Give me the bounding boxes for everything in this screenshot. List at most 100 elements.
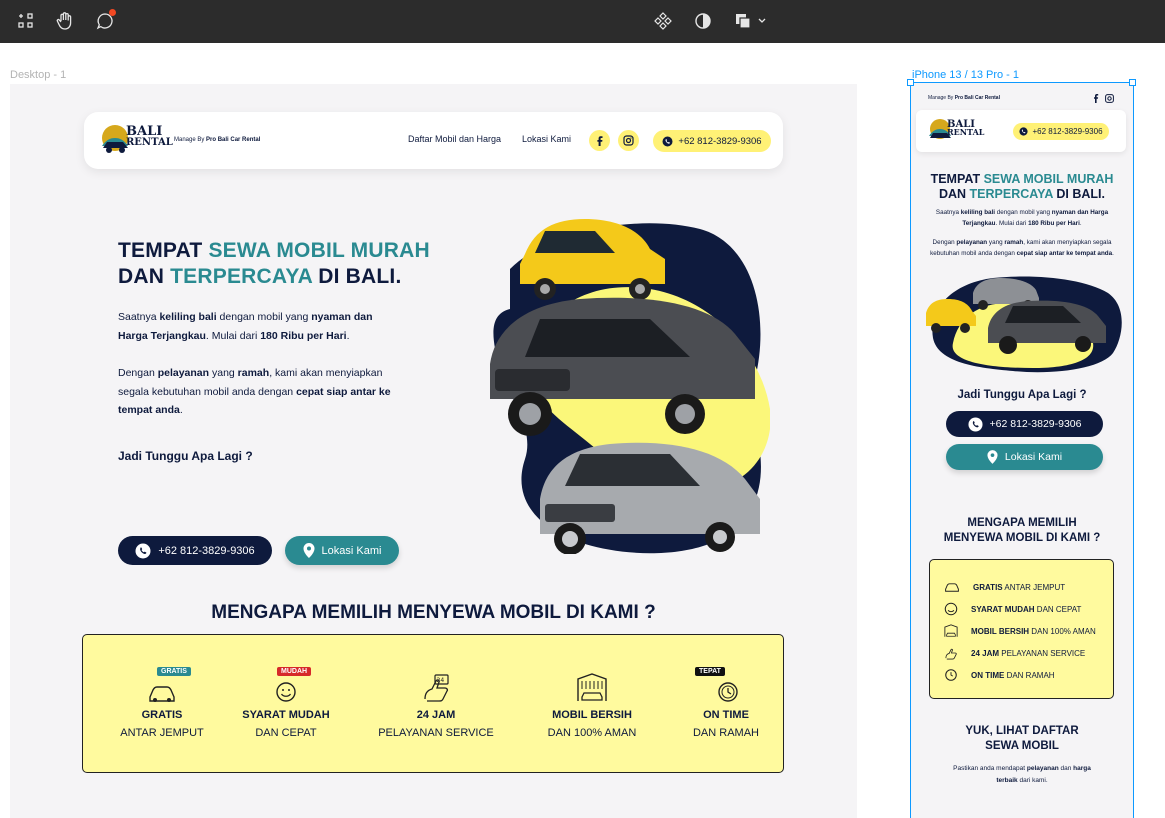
text-bold: 180 Ribu per Hari [260, 329, 347, 342]
24h-service-icon: 24 [371, 669, 501, 703]
nav-link-car-list[interactable]: Daftar Mobil dan Harga [408, 134, 501, 144]
map-pin-icon [987, 450, 998, 464]
text-bold: 24 JAM [971, 648, 1000, 658]
text-run: Dengan [932, 239, 957, 246]
mobile-frame-label[interactable]: iPhone 13 / 13 Pro - 1 [912, 69, 1019, 81]
feature-title: 24 JAM [416, 709, 456, 721]
nav-phone-label: +62 812-3829-9306 [678, 135, 762, 147]
hero-location-button[interactable]: Lokasi Kami [285, 536, 399, 565]
facebook-icon[interactable] [589, 130, 610, 151]
feature-easy-requirements: MUDAH SYARAT MUDAH DAN CEPAT [221, 667, 351, 739]
frame-tool-icon[interactable] [13, 8, 39, 34]
mobile-navbar: BALI RENTAL +62 812-3829-9306 [916, 110, 1126, 152]
car-wash-icon [527, 669, 657, 703]
feature-24h-service: 24 24 JAM PELAYANAN SERVICE [371, 669, 501, 739]
resize-handle-top-left[interactable] [907, 79, 914, 86]
resize-handle-top-right[interactable] [1129, 79, 1136, 86]
manage-name: Pro Bali Car Rental [206, 137, 261, 143]
mobile-whatsapp-button[interactable]: +62 812-3829-9306 [946, 411, 1103, 437]
mobile-feature-on-time: ON TIME DAN RAMAH [944, 668, 1055, 682]
why-section-title: MENGAPA MEMILIH MENYEWA MOBIL DI KAMI ? [211, 602, 656, 623]
text-bold: pelayanan [1026, 765, 1059, 772]
text-bold: nyaman dan [311, 311, 373, 323]
feature-subtitle: DAN RAMAH [692, 727, 759, 739]
text-bold: MOBIL BERSIH [971, 626, 1030, 636]
text-run: . [179, 404, 183, 416]
hero-whatsapp-button[interactable]: +62 812-3829-9306 [118, 536, 272, 565]
clock-icon: TEPAT [661, 667, 791, 703]
text-run: DAN RAMAH [1004, 670, 1055, 680]
hand-tool-icon[interactable] [52, 8, 78, 34]
map-pin-icon [303, 543, 315, 558]
feature-on-time: TEPAT ON TIME DAN RAMAH [661, 667, 791, 739]
text-bold: cepat siap antar ke tempat anda [1016, 250, 1113, 257]
text-bold: SYARAT MUDAH [971, 604, 1035, 614]
mobile-nav-whatsapp-button[interactable]: +62 812-3829-9306 [1013, 123, 1109, 140]
nav-link-location[interactable]: Lokasi Kami [522, 134, 571, 144]
svg-text:24: 24 [437, 677, 445, 684]
mobile-hero-paragraph-1: Saatnya keliling bali dengan mobil yang … [911, 207, 1133, 229]
text-run: . [1112, 250, 1114, 257]
text-run: . Mulai dari [995, 220, 1029, 227]
text-bold: Terjangkau [962, 220, 996, 227]
hero-question: Jadi Tunggu Apa Lagi ? [118, 449, 253, 463]
hero-title-highlight: TERPERCAYA [969, 187, 1053, 201]
mobile-hero-paragraph-2: Dengan pelayanan yang ramah, kami akan m… [911, 237, 1133, 259]
feature-title: GRATIS [141, 709, 183, 721]
mobile-instagram-icon[interactable] [1105, 94, 1114, 103]
feature-clean-car: MOBIL BERSIH DAN 100% AMAN [527, 669, 657, 739]
text-bold: terbaik [996, 777, 1018, 784]
text-run: Saatnya [118, 311, 160, 323]
text-bold: ramah [1004, 239, 1024, 246]
text-run: . [1079, 220, 1082, 227]
components-icon[interactable] [650, 8, 676, 34]
mobile-car-list-paragraph: Pastikan anda mendapat pelayanan dan har… [911, 763, 1133, 787]
mobile-phone-label: +62 812-3829-9306 [989, 418, 1082, 430]
hero-paragraph-2: Dengan pelayanan yang ramah, kami akan m… [118, 364, 391, 420]
logo-line-2: RENTAL [947, 127, 985, 137]
hero-title-part: TEMPAT [930, 172, 984, 186]
clock-icon [945, 669, 957, 681]
text-run: . Mulai dari [205, 329, 261, 342]
text-bold: GRATIS [973, 582, 1003, 592]
text-run: dari kami. [1017, 777, 1048, 784]
hero-phone-label: +62 812-3829-9306 [158, 544, 255, 557]
mobile-hero-question: Jadi Tunggu Apa Lagi ? [957, 389, 1087, 401]
text-run: DAN CEPAT [1034, 604, 1082, 614]
mobile-frame[interactable]: Manage By Pro Bali Car Rental BALI RENTA… [911, 83, 1133, 818]
layers-dropdown-icon[interactable] [732, 8, 768, 34]
hero-title-highlight: SEWA MOBIL MURAH [983, 172, 1114, 186]
logo-wordmark: BALI RENTAL [126, 125, 173, 147]
why-features-box: GRATIS GRATIS ANTAR JEMPUT MUDAH SYARAT … [82, 634, 784, 773]
comment-icon[interactable] [92, 8, 118, 34]
feature-tag: MUDAH [277, 667, 312, 676]
text-bold: pelayanan [956, 239, 988, 246]
hero-title-highlight: SEWA MOBIL MURAH [208, 239, 430, 262]
mobile-hero-cars-illustration [926, 276, 1122, 373]
text-run: yang [209, 367, 238, 379]
desktop-frame-label[interactable]: Desktop - 1 [10, 69, 66, 81]
mobile-why-title-line-1: MENGAPA MEMILIH [967, 517, 1077, 529]
text-run: Dengan [118, 367, 158, 379]
text-bold: harga [1073, 765, 1091, 772]
text-run: PELAYANAN SERVICE [999, 648, 1086, 658]
contrast-icon[interactable] [690, 8, 716, 34]
hero-title-part: TEMPAT [118, 239, 209, 262]
mobile-feature-24h: 24 JAM PELAYANAN SERVICE [944, 646, 1085, 660]
hero-location-label: Lokasi Kami [321, 544, 382, 557]
mobile-facebook-icon[interactable] [1092, 94, 1100, 103]
nav-whatsapp-button[interactable]: +62 812-3829-9306 [653, 130, 771, 152]
figma-toolbar [0, 0, 1165, 43]
feature-subtitle: DAN CEPAT [255, 727, 317, 739]
mobile-why-title: MENGAPA MEMILIH MENYEWA MOBIL DI KAMI ? [911, 516, 1133, 546]
instagram-icon[interactable] [618, 130, 639, 151]
manage-prefix: Manage By [174, 137, 207, 143]
text-bold: 180 Ribu per Hari [1028, 220, 1080, 227]
desktop-frame[interactable]: BALI RENTAL Manage By Pro Bali Car Renta… [10, 84, 857, 818]
text-bold: tempat anda [118, 404, 180, 416]
mobile-why-title-line-2: MENYEWA MOBIL DI KAMI ? [943, 532, 1101, 544]
mobile-why-box: GRATIS ANTAR JEMPUT SYARAT MUDAH DAN CEP… [929, 559, 1114, 699]
mobile-location-button[interactable]: Lokasi Kami [946, 444, 1103, 470]
whatsapp-icon [135, 543, 151, 558]
smile-icon: MUDAH [221, 667, 351, 703]
